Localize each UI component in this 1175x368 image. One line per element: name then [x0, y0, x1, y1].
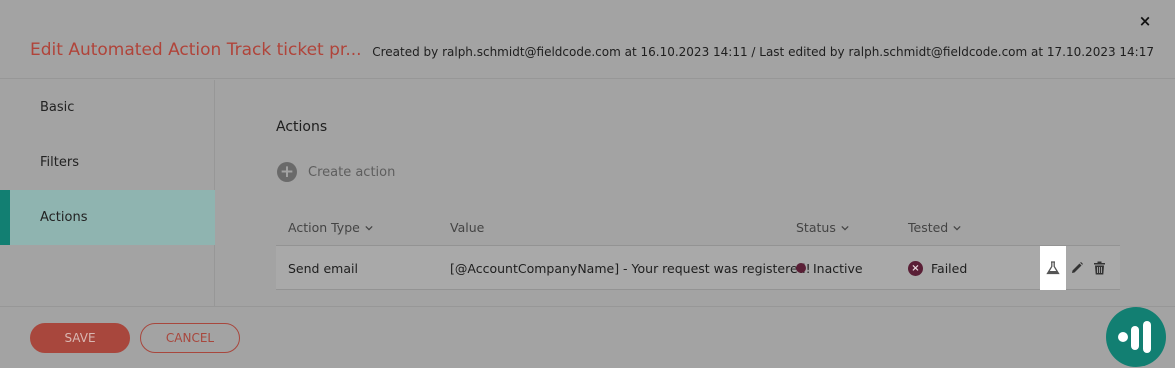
pencil-icon: [1072, 262, 1083, 273]
cell-value: [@AccountCompanyName] - Your request was…: [450, 260, 811, 276]
cancel-button[interactable]: CANCEL: [140, 323, 240, 353]
chevron-down-icon: [953, 225, 961, 231]
main-content: Actions + Create action Action Type Valu…: [216, 80, 1175, 306]
footer-divider: [0, 306, 1175, 307]
page-title: Edit Automated Action Track ticket pr...: [30, 40, 362, 60]
flask-icon: [1046, 261, 1060, 275]
close-icon[interactable]: ×: [1137, 13, 1153, 29]
trash-icon: [1093, 261, 1105, 275]
tested-label: Failed: [931, 260, 968, 276]
column-header-label: Tested: [908, 220, 949, 235]
status-label: Inactive: [813, 260, 863, 276]
cell-status: Inactive: [796, 246, 863, 290]
sidebar-item-label: Actions: [40, 210, 88, 225]
sidebar-item-actions[interactable]: Actions: [0, 190, 215, 245]
edit-automated-action-modal: × Edit Automated Action Track ticket pr.…: [0, 0, 1175, 368]
table-row: Send email [@AccountCompanyName] - Your …: [276, 246, 1120, 290]
table-header: Action Type Value Status Tested: [276, 210, 1120, 246]
cell-tested: × Failed: [908, 246, 967, 290]
chevron-down-icon: [365, 225, 373, 231]
sidebar: Basic Filters Actions: [0, 80, 215, 306]
failed-x-icon: ×: [908, 260, 923, 276]
cell-action-type: Send email: [288, 260, 358, 276]
audit-info: Created by ralph.schmidt@fieldcode.com a…: [372, 45, 1154, 59]
modal-header: Edit Automated Action Track ticket pr...…: [0, 30, 1175, 78]
sidebar-item-label: Basic: [40, 100, 75, 115]
chevron-down-icon: [841, 225, 849, 231]
column-header-value: Value: [450, 210, 484, 246]
status-dot-icon: [796, 263, 806, 273]
column-header-tested[interactable]: Tested: [908, 210, 961, 246]
create-action-button[interactable]: + Create action: [277, 162, 395, 182]
delete-action-button[interactable]: [1088, 246, 1110, 290]
plus-circle-icon: +: [277, 162, 297, 182]
column-header-label: Value: [450, 220, 485, 235]
app-logo-button[interactable]: [1106, 307, 1166, 367]
column-header-status[interactable]: Status: [796, 210, 849, 246]
column-header-label: Action Type: [288, 220, 360, 235]
save-button[interactable]: SAVE: [30, 323, 130, 353]
sidebar-item-filters[interactable]: Filters: [0, 135, 215, 190]
sidebar-item-label: Filters: [40, 155, 79, 170]
edit-action-button[interactable]: [1066, 246, 1088, 290]
section-title: Actions: [276, 119, 328, 135]
actions-table: Action Type Value Status Tested Send ema…: [276, 210, 1120, 290]
create-action-label: Create action: [308, 164, 396, 180]
app-logo-icon: [1118, 321, 1151, 353]
column-header-label: Status: [796, 220, 836, 235]
sidebar-item-basic[interactable]: Basic: [0, 80, 215, 135]
row-actions: [1040, 246, 1110, 290]
header-divider: [0, 78, 1175, 79]
test-action-button[interactable]: [1040, 246, 1066, 290]
column-header-action-type[interactable]: Action Type: [288, 210, 373, 246]
